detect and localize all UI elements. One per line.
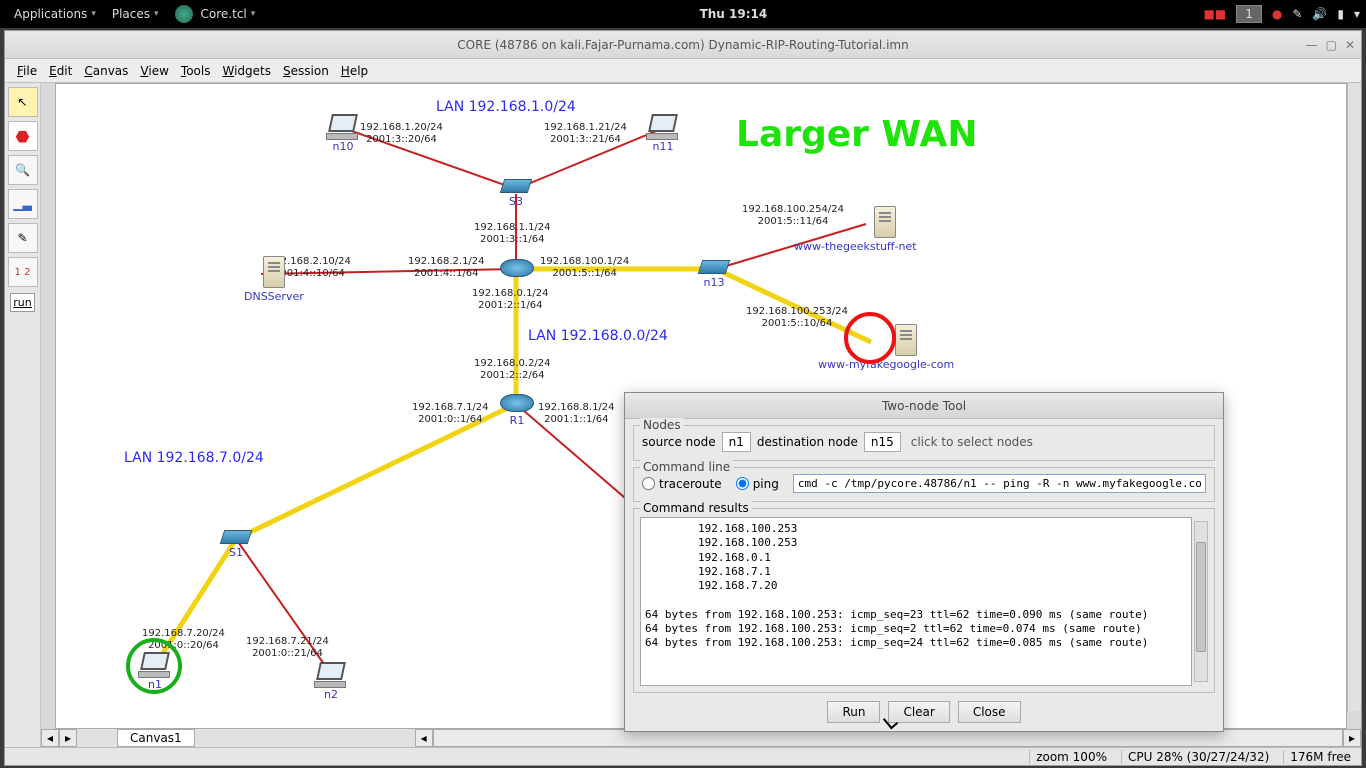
window-titlebar: CORE (48786 on kali.Fajar-Purnama.com) D… bbox=[5, 31, 1361, 59]
tray-accessibility-icon[interactable]: ✎ bbox=[1292, 7, 1302, 21]
tray-battery-icon[interactable]: ▮ bbox=[1337, 7, 1344, 21]
menu-file[interactable]: File bbox=[11, 62, 43, 80]
stop-icon: ⬣ bbox=[16, 127, 30, 146]
iface-r1-right: 192.168.8.1/24 2001:1::1/64 bbox=[538, 402, 615, 426]
run-button[interactable]: Run bbox=[827, 701, 880, 723]
group-nodes-label: Nodes bbox=[640, 418, 684, 432]
magnifier-icon: 🔍 bbox=[15, 163, 30, 177]
menu-view[interactable]: View bbox=[134, 62, 174, 80]
statusbar: zoom 100% CPU 28% (30/27/24/32) 176M fre… bbox=[5, 747, 1361, 765]
iface-rc-down: 192.168.0.1/24 2001:2::1/64 bbox=[472, 288, 549, 312]
radio-ping[interactable]: ping bbox=[736, 477, 779, 491]
radio-traceroute[interactable]: traceroute bbox=[642, 477, 722, 491]
window-maximize-icon[interactable]: ▢ bbox=[1326, 38, 1337, 52]
iface-rc-left: 192.168.2.1/24 2001:4::1/64 bbox=[408, 256, 485, 280]
tab-canvas1[interactable]: Canvas1 bbox=[117, 729, 195, 747]
wan-label: Larger WAN bbox=[736, 114, 978, 155]
command-input[interactable] bbox=[793, 474, 1206, 493]
close-button[interactable]: Close bbox=[958, 701, 1021, 723]
iface-fake: 192.168.100.253/24 2001:5::10/64 bbox=[746, 306, 848, 330]
hscroll-right[interactable]: ▸ bbox=[1343, 729, 1361, 747]
iface-rc-right: 192.168.100.1/24 2001:5::1/64 bbox=[540, 256, 629, 280]
tray-volume-icon[interactable]: 🔊 bbox=[1312, 7, 1327, 21]
applications-menu[interactable]: Applications▾ bbox=[6, 7, 104, 21]
tab-prev[interactable]: ◂ bbox=[41, 729, 59, 747]
group-cmd-label: Command line bbox=[640, 460, 733, 474]
iface-n10: 192.168.1.20/24 2001:3::20/64 bbox=[360, 122, 443, 146]
field-source-node[interactable]: n1 bbox=[722, 432, 751, 452]
tool-plot[interactable]: ▁▃ bbox=[8, 189, 38, 219]
label-source: source node bbox=[642, 435, 716, 449]
menu-canvas[interactable]: Canvas bbox=[78, 62, 134, 80]
window-minimize-icon[interactable]: — bbox=[1306, 38, 1318, 52]
source-highlight bbox=[126, 638, 182, 694]
tray-power-icon[interactable]: ▾ bbox=[1354, 7, 1360, 21]
menu-session[interactable]: Session bbox=[277, 62, 335, 80]
desktop-top-bar: Applications▾ Places▾ Core.tcl▾ Thu 19:1… bbox=[0, 0, 1366, 28]
pencil-icon: ✎ bbox=[17, 231, 27, 245]
taskbar-app[interactable]: Core.tcl▾ bbox=[167, 5, 264, 23]
group-results: Command results bbox=[633, 508, 1215, 693]
results-scrollbar[interactable] bbox=[1194, 521, 1208, 682]
tool-run[interactable]: run bbox=[10, 293, 34, 312]
status-zoom: zoom 100% bbox=[1029, 750, 1113, 764]
status-mem: 176M free bbox=[1283, 750, 1357, 764]
tool-twonode[interactable]: 1 2 bbox=[8, 257, 38, 287]
menu-help[interactable]: Help bbox=[335, 62, 374, 80]
cursor-icon: ↖ bbox=[17, 95, 27, 109]
iface-r1-up: 192.168.0.2/24 2001:2::2/64 bbox=[474, 358, 551, 382]
iface-n2: 192.168.7.21/24 2001:0::21/64 bbox=[246, 636, 329, 660]
lan0-label: LAN 192.168.0.0/24 bbox=[528, 328, 668, 344]
iface-geek: 192.168.100.254/24 2001:5::11/64 bbox=[742, 204, 844, 228]
iface-r1-left: 192.168.7.1/24 2001:0::1/64 bbox=[412, 402, 489, 426]
tool-observe[interactable]: 🔍 bbox=[8, 155, 38, 185]
field-dest-node[interactable]: n15 bbox=[864, 432, 901, 452]
iface-s3: 192.168.1.1/24 2001:3::1/64 bbox=[474, 222, 551, 246]
menu-tools[interactable]: Tools bbox=[175, 62, 217, 80]
group-results-label: Command results bbox=[640, 501, 752, 515]
canvas-vscroll[interactable] bbox=[1347, 83, 1361, 711]
tab-next[interactable]: ▸ bbox=[59, 729, 77, 747]
menu-edit[interactable]: Edit bbox=[43, 62, 78, 80]
results-textarea[interactable] bbox=[640, 517, 1192, 686]
dest-highlight bbox=[844, 312, 896, 364]
status-cpu: CPU 28% (30/27/24/32) bbox=[1121, 750, 1275, 764]
workspace-indicator[interactable]: 1 bbox=[1236, 5, 1262, 23]
dialog-title: Two-node Tool bbox=[625, 393, 1223, 419]
tool-select[interactable]: ↖ bbox=[8, 87, 38, 117]
clear-button[interactable]: Clear bbox=[888, 701, 949, 723]
hscroll-left[interactable]: ◂ bbox=[415, 729, 433, 747]
tray-record-dot-icon[interactable]: ● bbox=[1272, 7, 1282, 21]
iface-dns: 192.168.2.10/24 2001:4::10/64 bbox=[268, 256, 351, 280]
chart-icon: ▁▃ bbox=[13, 197, 31, 211]
lan1-label: LAN 192.168.1.0/24 bbox=[436, 99, 576, 115]
left-toolbar: ↖ ⬣ 🔍 ▁▃ ✎ 1 2 run bbox=[5, 83, 41, 747]
places-menu[interactable]: Places▾ bbox=[104, 7, 167, 21]
menu-widgets[interactable]: Widgets bbox=[216, 62, 277, 80]
tray-recorder-icon[interactable]: ■■ bbox=[1204, 7, 1227, 21]
clock: Thu 19:14 bbox=[263, 7, 1203, 21]
lan7-label: LAN 192.168.7.0/24 bbox=[124, 450, 264, 466]
two-node-icon: 1 2 bbox=[15, 267, 31, 278]
label-dest: destination node bbox=[757, 435, 858, 449]
menubar: File Edit Canvas View Tools Widgets Sess… bbox=[5, 59, 1361, 83]
tool-marker[interactable]: ✎ bbox=[8, 223, 38, 253]
group-commandline: Command line traceroute ping bbox=[633, 467, 1215, 502]
window-title: CORE (48786 on kali.Fajar-Purnama.com) D… bbox=[457, 38, 908, 52]
mouse-cursor-icon bbox=[884, 713, 896, 731]
two-node-dialog: Two-node Tool Nodes source node n1 desti… bbox=[624, 392, 1224, 732]
iface-n11: 192.168.1.21/24 2001:3::21/64 bbox=[544, 122, 627, 146]
nodes-hint: click to select nodes bbox=[911, 435, 1033, 449]
tool-stop[interactable]: ⬣ bbox=[8, 121, 38, 151]
window-close-icon[interactable]: ✕ bbox=[1345, 38, 1355, 52]
group-nodes: Nodes source node n1 destination node n1… bbox=[633, 425, 1215, 461]
